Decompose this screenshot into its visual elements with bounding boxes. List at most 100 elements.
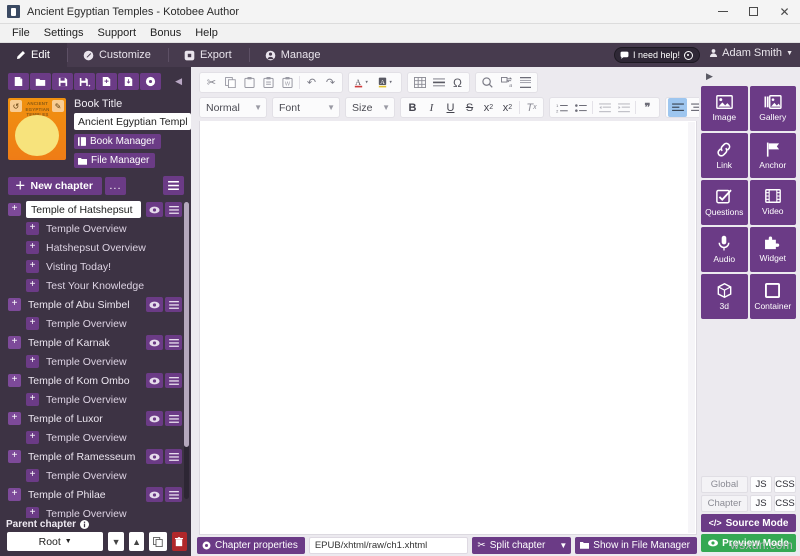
- expand-plus-icon[interactable]: +: [8, 450, 21, 463]
- chapter-css-button[interactable]: CSS: [774, 495, 796, 512]
- chapter-menu-icon[interactable]: [165, 202, 182, 217]
- chapter-tree-item[interactable]: + Temple Overview: [8, 466, 182, 485]
- chapter-content-editor[interactable]: [199, 121, 697, 535]
- tab-manage[interactable]: Manage: [250, 43, 338, 67]
- chapter-tree-item[interactable]: + Temple of Ramesseum: [8, 447, 182, 466]
- menu-support[interactable]: Support: [90, 24, 143, 43]
- remove-format-icon[interactable]: Tx: [522, 98, 541, 117]
- editor-scrollbar[interactable]: [688, 122, 695, 533]
- chapter-tree-item[interactable]: + Test Your Knowledge: [8, 276, 182, 295]
- menu-settings[interactable]: Settings: [37, 24, 91, 43]
- new-file-icon[interactable]: [8, 73, 29, 90]
- chapter-menu-icon[interactable]: [165, 487, 182, 502]
- delete-icon[interactable]: [171, 532, 187, 551]
- expand-right-icon[interactable]: ▶: [701, 69, 796, 86]
- chapter-tree-item[interactable]: + Temple Overview: [8, 314, 182, 333]
- cover-reset-icon[interactable]: ↺: [10, 100, 22, 112]
- tree-scrollbar[interactable]: [184, 202, 189, 499]
- import-file-icon[interactable]: [118, 73, 139, 90]
- align-left-icon[interactable]: [668, 98, 687, 117]
- cover-edit-icon[interactable]: ✎: [52, 100, 64, 112]
- replace-icon[interactable]: a: [497, 73, 516, 92]
- widget-button-container[interactable]: Container: [749, 274, 796, 319]
- paragraph-style-select[interactable]: Normal ▼: [200, 98, 266, 117]
- close-button[interactable]: ✕: [769, 0, 800, 23]
- widget-button-audio[interactable]: Audio: [701, 227, 748, 272]
- chapter-tree[interactable]: + + Temple Overview + Hatshepsut Overview + Vi…: [0, 200, 191, 518]
- page-break-icon[interactable]: [516, 73, 535, 92]
- chapter-tree-item[interactable]: + Temple Overview: [8, 390, 182, 409]
- visibility-eye-icon[interactable]: [146, 411, 163, 426]
- background-color-icon[interactable]: A: [375, 73, 399, 92]
- undo-icon[interactable]: ↶: [302, 73, 321, 92]
- chapter-title-input[interactable]: [26, 201, 141, 218]
- visibility-eye-icon[interactable]: [146, 373, 163, 388]
- expand-plus-icon[interactable]: +: [26, 241, 39, 254]
- chapter-tree-item[interactable]: + Temple Overview: [8, 504, 182, 518]
- publish-globe-icon[interactable]: [140, 73, 161, 90]
- strikethrough-button[interactable]: S: [460, 98, 479, 117]
- split-chapter-button[interactable]: ✂ Split chapter ▼: [472, 536, 572, 554]
- chapter-tree-item[interactable]: + Temple of Philae: [8, 485, 182, 504]
- chapter-tree-item[interactable]: + Temple of Abu Simbel: [8, 295, 182, 314]
- menu-bonus[interactable]: Bonus: [143, 24, 188, 43]
- widget-button-questions[interactable]: Questions: [701, 180, 748, 225]
- menu-file[interactable]: File: [5, 24, 37, 43]
- underline-button[interactable]: U: [441, 98, 460, 117]
- tab-export[interactable]: Export: [169, 43, 249, 67]
- chapter-tree-item[interactable]: + Temple Overview: [8, 428, 182, 447]
- global-css-button[interactable]: CSS: [774, 476, 796, 493]
- expand-plus-icon[interactable]: +: [8, 412, 21, 425]
- subscript-button[interactable]: x2: [479, 98, 498, 117]
- redo-icon[interactable]: ↷: [321, 73, 340, 92]
- widget-button-video[interactable]: Video: [749, 180, 796, 225]
- italic-button[interactable]: I: [422, 98, 441, 117]
- file-manager-button[interactable]: File Manager: [74, 153, 156, 168]
- find-icon[interactable]: [478, 73, 497, 92]
- chapter-path-field[interactable]: EPUB/xhtml/raw/ch1.xhtml: [308, 536, 469, 554]
- save-as-icon[interactable]: [74, 73, 95, 90]
- chapter-tree-item[interactable]: +: [8, 200, 182, 219]
- show-in-file-manager-button[interactable]: Show in File Manager: [575, 536, 697, 554]
- visibility-eye-icon[interactable]: [146, 297, 163, 312]
- menu-help[interactable]: Help: [188, 24, 225, 43]
- expand-plus-icon[interactable]: +: [26, 393, 39, 406]
- chapter-menu-icon[interactable]: [165, 335, 182, 350]
- widget-button-3d[interactable]: 3d: [701, 274, 748, 319]
- user-menu[interactable]: Adam Smith ▼: [709, 47, 793, 59]
- special-char-icon[interactable]: Ω: [448, 73, 467, 92]
- expand-plus-icon[interactable]: +: [8, 336, 21, 349]
- duplicate-icon[interactable]: [149, 532, 167, 551]
- copy-icon[interactable]: [221, 73, 240, 92]
- source-mode-button[interactable]: </> Source Mode: [701, 514, 796, 532]
- font-family-select[interactable]: Font ▼: [273, 98, 339, 117]
- chapter-tree-item[interactable]: + Hatshepsut Overview: [8, 238, 182, 257]
- widget-button-image[interactable]: Image: [701, 86, 748, 131]
- visibility-eye-icon[interactable]: [146, 487, 163, 502]
- widget-button-link[interactable]: Link: [701, 133, 748, 178]
- chapter-menu-icon[interactable]: [165, 373, 182, 388]
- paste-icon[interactable]: [240, 73, 259, 92]
- visibility-eye-icon[interactable]: [146, 202, 163, 217]
- widget-button-widget[interactable]: Widget: [749, 227, 796, 272]
- expand-plus-icon[interactable]: +: [26, 507, 39, 518]
- bulleted-list-icon[interactable]: [571, 98, 590, 117]
- chapter-more-button[interactable]: ...: [104, 176, 126, 195]
- preview-mode-button[interactable]: Preview Mode: [701, 534, 796, 552]
- decrease-indent-icon[interactable]: [595, 98, 614, 117]
- new-chapter-button[interactable]: ＋ New chapter: [8, 176, 102, 195]
- collapse-left-icon[interactable]: ◀: [175, 76, 186, 87]
- cut-icon[interactable]: ✂: [202, 73, 221, 92]
- visibility-eye-icon[interactable]: [146, 335, 163, 350]
- chapter-tree-item[interactable]: + Visting Today!: [8, 257, 182, 276]
- expand-plus-icon[interactable]: +: [8, 488, 21, 501]
- minimize-button[interactable]: [707, 0, 738, 23]
- expand-plus-icon[interactable]: +: [26, 431, 39, 444]
- tab-edit[interactable]: Edit: [0, 43, 67, 67]
- chapter-tree-item[interactable]: + Temple Overview: [8, 352, 182, 371]
- chapter-tree-item[interactable]: + Temple of Karnak: [8, 333, 182, 352]
- paste-word-icon[interactable]: W: [278, 73, 297, 92]
- increase-indent-icon[interactable]: [614, 98, 633, 117]
- table-icon[interactable]: [410, 73, 429, 92]
- paste-text-icon[interactable]: [259, 73, 278, 92]
